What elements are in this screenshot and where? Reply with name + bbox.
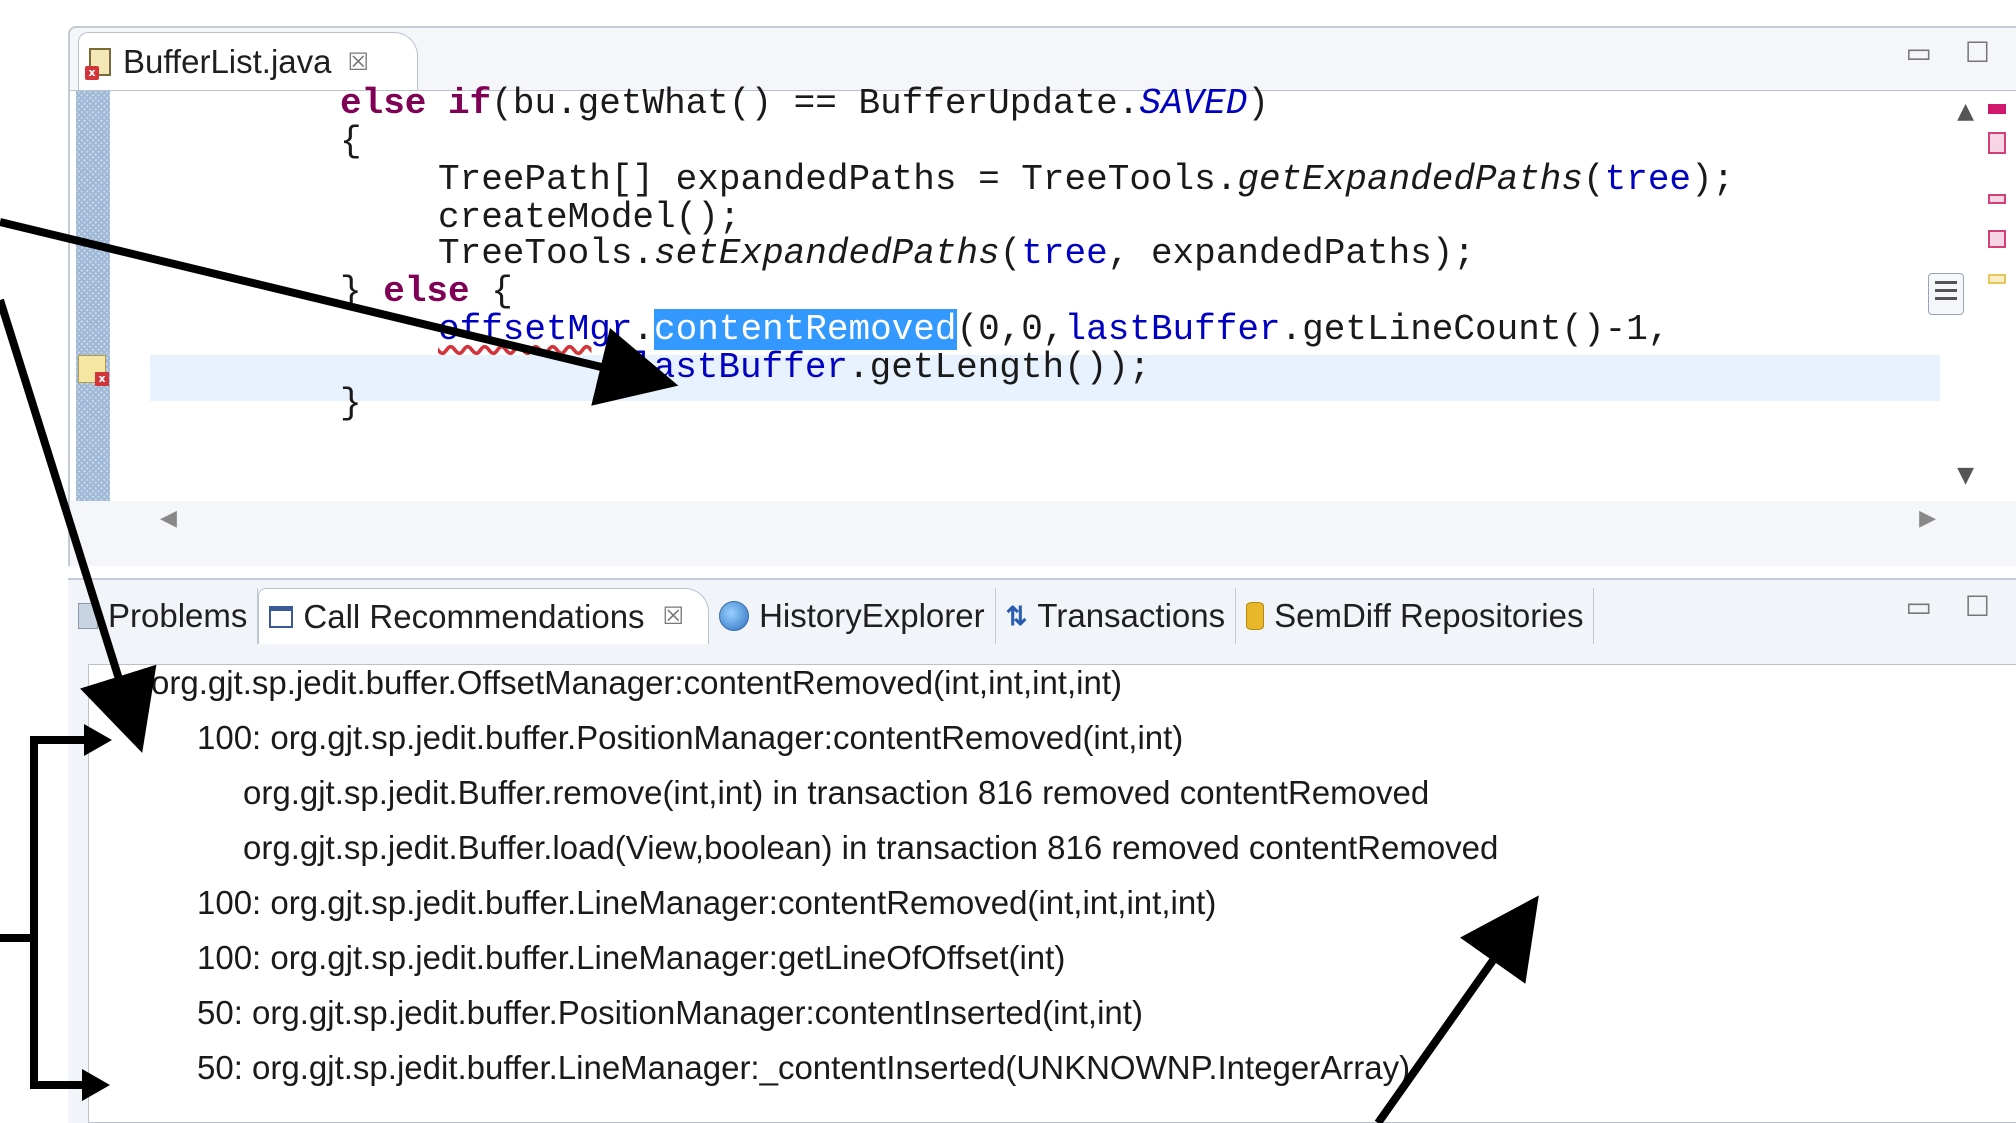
view-window-icon: [269, 605, 294, 628]
view-minimize-maximize-icons[interactable]: ▭ ☐: [1906, 590, 2002, 623]
scroll-left-icon[interactable]: ◀: [160, 506, 177, 531]
code-line: {: [340, 121, 362, 162]
tab-label: Problems: [108, 597, 248, 634]
transactions-icon: ⇅: [1005, 600, 1028, 631]
view-pane: Problems Call Recommendations ☒ HistoryE…: [68, 578, 2016, 1123]
tab-call-recommendations[interactable]: Call Recommendations ☒: [258, 588, 710, 644]
error-identifier: offsetMgr: [438, 309, 633, 350]
close-icon[interactable]: ☒: [663, 602, 685, 631]
tree-item-child[interactable]: org.gjt.sp.jedit.Buffer.remove(int,int) …: [243, 771, 1429, 815]
tab-semdiff-repositories[interactable]: SemDiff Repositories: [1236, 588, 1595, 644]
error-marker-icon[interactable]: [1988, 132, 2006, 154]
scroll-right-icon[interactable]: ▶: [1919, 506, 1936, 531]
warning-marker-icon[interactable]: [1988, 274, 2006, 284]
tab-history-explorer[interactable]: HistoryExplorer: [709, 588, 996, 644]
problems-icon: [78, 603, 98, 629]
scroll-up-icon[interactable]: ▲: [1957, 99, 1974, 124]
editor-tab-label: BufferList.java: [123, 42, 332, 80]
code-text: else if(bu.getWhat() == BufferUpdate.SAV…: [70, 83, 1734, 542]
tree-item-child[interactable]: org.gjt.sp.jedit.Buffer.load(View,boolea…: [243, 826, 1498, 870]
tree-item[interactable]: 100: org.gjt.sp.jedit.buffer.PositionMan…: [197, 716, 1183, 760]
code-line: else if(bu.getWhat() == BufferUpdate.SAV…: [340, 83, 1269, 124]
tree-item[interactable]: 50: org.gjt.sp.jedit.buffer.LineManager:…: [197, 1046, 1410, 1090]
tab-label: HistoryExplorer: [759, 597, 985, 634]
error-marker-icon[interactable]: [1988, 104, 2006, 114]
tab-label: Call Recommendations: [303, 597, 645, 635]
error-marker-icon[interactable]: [1988, 230, 2006, 248]
editor-pane: x BufferList.java ☒ ▭ ☐ x else if(bu.get…: [68, 26, 2016, 566]
java-file-error-icon: x: [85, 47, 111, 80]
horizontal-scrollbar[interactable]: ◀ ▶: [130, 502, 1976, 542]
tab-label: Transactions: [1037, 597, 1226, 634]
tree-item[interactable]: 100: org.gjt.sp.jedit.buffer.LineManager…: [197, 936, 1065, 980]
tab-transactions[interactable]: ⇅ Transactions: [996, 588, 1237, 644]
tree-item[interactable]: 50: org.gjt.sp.jedit.buffer.PositionMana…: [197, 991, 1143, 1035]
outline-icon[interactable]: [1928, 273, 1964, 315]
overview-ruler[interactable]: [1976, 90, 2016, 500]
scroll-down-icon[interactable]: ▼: [1957, 463, 1974, 488]
editor-minimize-maximize-icons[interactable]: ▭ ☐: [1906, 36, 2002, 69]
selected-method: contentRemoved: [654, 309, 957, 350]
view-tab-bar: Problems Call Recommendations ☒ HistoryE…: [68, 588, 1595, 644]
code-line: lastBuffer.getLength());: [632, 347, 1151, 388]
error-marker-icon[interactable]: [1988, 194, 2006, 204]
tab-label: SemDiff Repositories: [1274, 597, 1584, 634]
code-line: }: [340, 383, 362, 424]
tab-problems[interactable]: Problems: [68, 588, 259, 644]
close-icon[interactable]: ☒: [348, 48, 370, 76]
history-explorer-icon: [719, 601, 750, 631]
tree-item-root[interactable]: org.gjt.sp.jedit.buffer.OffsetManager:co…: [151, 661, 1122, 705]
code-line: TreeTools.setExpandedPaths(tree, expande…: [438, 233, 1475, 274]
tree-item[interactable]: 100: org.gjt.sp.jedit.buffer.LineManager…: [197, 881, 1216, 925]
recommendation-tree: org.gjt.sp.jedit.buffer.OffsetManager:co…: [88, 664, 2016, 1123]
database-icon: [1246, 602, 1265, 630]
code-editor[interactable]: x else if(bu.getWhat() == BufferUpdate.S…: [70, 83, 2016, 501]
